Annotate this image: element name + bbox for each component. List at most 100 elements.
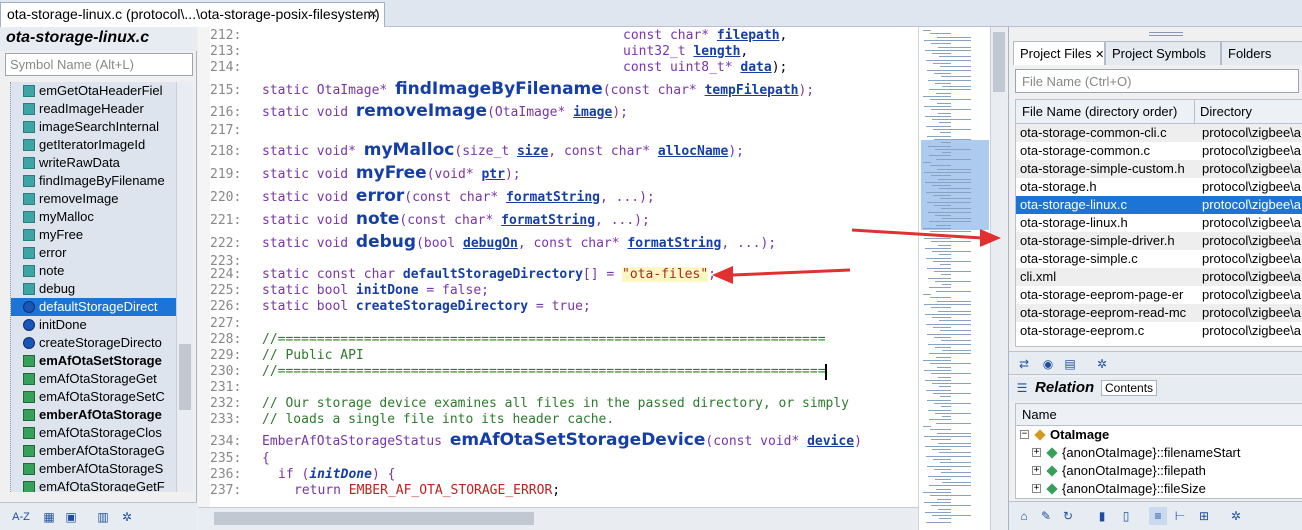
collapse-icon[interactable]: −: [1020, 430, 1029, 439]
close-icon[interactable]: ✕: [368, 7, 378, 21]
file-row[interactable]: ota-storage-linux.h protocol\zigbee\a: [1016, 214, 1302, 232]
gear-icon[interactable]: ✲: [1227, 507, 1245, 525]
symbol-list-item[interactable]: findImageByFilename: [11, 172, 176, 190]
scrollbar-thumb[interactable]: [179, 344, 191, 410]
tab-project-files[interactable]: Project Files ✕: [1013, 41, 1105, 65]
book-icon[interactable]: ▥: [94, 508, 112, 526]
symbol-list-item[interactable]: myMalloc: [11, 208, 176, 226]
tab-contents[interactable]: Contents: [1101, 380, 1158, 396]
expand-icon[interactable]: +: [1032, 466, 1041, 475]
symbol-list-item[interactable]: error: [11, 244, 176, 262]
symbol-list-item[interactable]: createStorageDirecto: [11, 334, 176, 352]
file-directory: protocol\zigbee\a: [1202, 323, 1302, 338]
minimap-line: [935, 412, 971, 414]
symbol-list-item[interactable]: emAfOtaStorageGetF: [11, 478, 176, 492]
minimap-line: [938, 244, 951, 246]
struct-icon: [1034, 429, 1046, 441]
symbol-list-item[interactable]: emAfOtaStorageSetC: [11, 388, 176, 406]
scrollbar-thumb[interactable]: [993, 32, 1005, 92]
file-row[interactable]: ota-storage-common-cli.c protocol\zigbee\…: [1016, 124, 1302, 142]
tree-node[interactable]: + {anonOtaImage}::fileSize: [1016, 480, 1302, 498]
expand-icon[interactable]: +: [1032, 448, 1041, 457]
editor-horizontal-scrollbar[interactable]: [198, 507, 918, 530]
sort-az-button[interactable]: A-Z: [8, 508, 34, 526]
column-directory[interactable]: Directory: [1200, 104, 1252, 119]
code-editor[interactable]: 212: const char* filepath, 213: uint32_t l…: [198, 27, 918, 507]
symbol-list-item[interactable]: emberAfOtaStorageG: [11, 442, 176, 460]
home-icon[interactable]: ⌂: [1015, 507, 1033, 525]
graph-view-icon[interactable]: ⊞: [1195, 507, 1213, 525]
file-row[interactable]: ota-storage-eeprom-read-mc protocol\zigbe…: [1016, 304, 1302, 322]
grip-icon[interactable]: [1149, 32, 1183, 36]
symbol-list-item[interactable]: imageSearchInternal: [11, 118, 176, 136]
symbol-list-item[interactable]: initDone: [11, 316, 176, 334]
file-row[interactable]: cli.xml protocol\zigbee\a: [1016, 268, 1302, 286]
symbol-list-item[interactable]: readImageHeader: [11, 100, 176, 118]
symbol-list-item[interactable]: removeImage: [11, 190, 176, 208]
file-directory: protocol\zigbee\a: [1202, 233, 1302, 248]
file-row[interactable]: ota-storage-simple-custom.h protocol\zigb…: [1016, 160, 1302, 178]
symbol-list-item[interactable]: emGetOtaHeaderFiel: [11, 82, 176, 100]
code-line: 216: static void removeImage(OtaImage* im…: [210, 101, 628, 121]
sync-icon[interactable]: ⇄: [1015, 355, 1033, 373]
tab-project-symbols[interactable]: Project Symbols: [1105, 41, 1221, 65]
minimap-line: [925, 313, 971, 315]
minimap-line: [924, 105, 951, 107]
symbol-list-item[interactable]: emAfOtaSetStorage: [11, 352, 176, 370]
file-name-search-input[interactable]: File Name (Ctrl+O): [1015, 69, 1299, 93]
editor-vertical-scrollbar[interactable]: [990, 27, 1007, 530]
relation-column-name[interactable]: Name: [1016, 404, 1302, 426]
grip-icon[interactable]: ☰: [1013, 379, 1031, 397]
file-row[interactable]: ota-storage-linux.c protocol\zigbee\a: [1016, 196, 1302, 214]
code-line: 217:: [210, 123, 242, 138]
public-function-icon: [23, 373, 35, 385]
symbol-list-item[interactable]: writeRawData: [11, 154, 176, 172]
column-file-name[interactable]: File Name (directory order): [1022, 104, 1177, 119]
scrollbar-thumb[interactable]: [214, 512, 534, 525]
new-icon[interactable]: ✎: [1037, 507, 1055, 525]
outline-view-icon[interactable]: ≡: [1149, 507, 1167, 525]
gear-icon[interactable]: ✲: [118, 508, 136, 526]
list-icon[interactable]: ▤: [1061, 355, 1079, 373]
symbol-list-item[interactable]: debug: [11, 280, 176, 298]
symbol-list-item[interactable]: myFree: [11, 226, 176, 244]
symbol-list-item[interactable]: emberAfOtaStorage: [11, 406, 176, 424]
tree-node[interactable]: + {anonOtaImage}::filenameStart: [1016, 444, 1302, 462]
lock-icon[interactable]: ▮: [1093, 507, 1111, 525]
expand-icon[interactable]: +: [1032, 484, 1041, 493]
tree-node[interactable]: + {anonOtaImage}::filepath: [1016, 462, 1302, 480]
refresh-icon[interactable]: ↻: [1059, 507, 1077, 525]
gear-icon[interactable]: ✲: [1093, 355, 1111, 373]
tab-folders[interactable]: Folders: [1221, 41, 1302, 65]
symbol-list-item[interactable]: note: [11, 262, 176, 280]
code-overview-minimap[interactable]: [918, 27, 990, 530]
symbol-list-item[interactable]: getIteratorImageId: [11, 136, 176, 154]
file-row[interactable]: ota-storage-eeprom-page-er protocol\zigbe…: [1016, 286, 1302, 304]
symbol-list-item[interactable]: emberAfOtaStorageS: [11, 460, 176, 478]
file-name: ota-storage-simple-custom.h: [1020, 161, 1185, 176]
minimap-line: [929, 485, 971, 487]
minimap-line: [938, 376, 951, 378]
file-row[interactable]: ota-storage-simple.c protocol\zigbee\a: [1016, 250, 1302, 268]
minimap-line: [931, 439, 951, 441]
tree-node[interactable]: − OtaImage: [1016, 426, 1302, 444]
close-icon[interactable]: ✕: [1095, 49, 1104, 61]
tree-view-icon[interactable]: ⊢: [1171, 507, 1189, 525]
globe-icon[interactable]: ◉: [1039, 355, 1057, 373]
file-row[interactable]: ota-storage-simple-driver.h protocol\zigb…: [1016, 232, 1302, 250]
document-icon[interactable]: ▯: [1117, 507, 1135, 525]
symbol-list-item[interactable]: emAfOtaStorageClos: [11, 424, 176, 442]
symbol-label: emAfOtaStorageGet: [39, 371, 157, 386]
file-row[interactable]: ota-storage-common.c protocol\zigbee\a: [1016, 142, 1302, 160]
file-directory: protocol\zigbee\a: [1202, 305, 1302, 320]
minimap-line: [930, 297, 951, 299]
category-icon[interactable]: ▣: [62, 508, 80, 526]
document-tab[interactable]: ota-storage-linux.c (protocol\...\ota-st…: [0, 2, 385, 27]
file-row[interactable]: ota-storage.h protocol\zigbee\a: [1016, 178, 1302, 196]
symbol-list-item[interactable]: defaultStorageDirect: [11, 298, 176, 316]
symbol-list-scrollbar[interactable]: [176, 82, 193, 492]
file-row[interactable]: ota-storage-eeprom.c protocol\zigbee\a: [1016, 322, 1302, 340]
symbol-list-item[interactable]: emAfOtaStorageGet: [11, 370, 176, 388]
symbol-search-input[interactable]: Symbol Name (Alt+L): [5, 53, 193, 76]
grid-view-icon[interactable]: ▦: [40, 508, 58, 526]
